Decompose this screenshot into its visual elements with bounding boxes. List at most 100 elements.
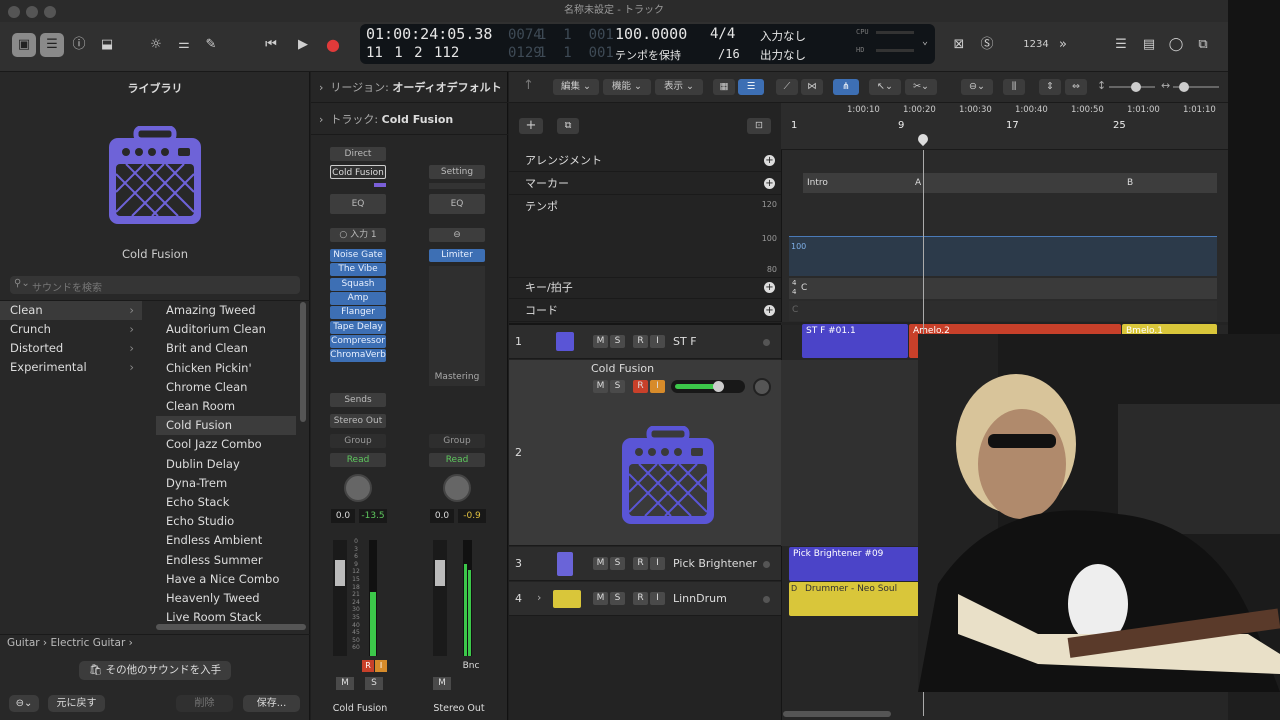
smart-controls-icon[interactable]: ☼ [145, 33, 167, 57]
more-chevron-icon[interactable]: » [1054, 33, 1072, 57]
preset-item[interactable]: Endless Summer [156, 551, 296, 570]
plugin-slot[interactable]: Compressor [330, 334, 386, 348]
preset-item[interactable]: Live Room Stack [156, 608, 296, 623]
preset-item[interactable]: Amazing Tweed [156, 301, 296, 320]
preset-item[interactable]: Have a Nice Combo [156, 570, 296, 589]
inspector-button[interactable]: ☰ [40, 33, 64, 57]
mute-button[interactable]: M [336, 677, 354, 690]
track-input-button[interactable]: I [650, 380, 665, 393]
track-name[interactable]: LinnDrum [673, 592, 727, 605]
track-record-button[interactable]: R [633, 592, 648, 605]
track-name[interactable]: Pick Brightener [673, 557, 757, 570]
stereo-out-pan-knob[interactable] [443, 474, 471, 502]
marker-track-header[interactable]: マーカー + [509, 173, 781, 195]
volume-fader[interactable] [333, 540, 347, 656]
track-mute-button[interactable]: M [593, 557, 608, 570]
output-slot[interactable]: Stereo Out [330, 414, 386, 428]
region-st-f[interactable]: ST F #01.1 [802, 324, 908, 358]
track-mute-button[interactable]: M [593, 335, 608, 348]
quick-help-icon[interactable]: ⓘ [68, 33, 90, 57]
fit-vertical-icon[interactable]: ⇕ [1039, 79, 1061, 95]
catch-icon[interactable]: ⊖⌄ [961, 79, 993, 95]
stereo-out-mute-button[interactable]: M [433, 677, 451, 690]
link-icon[interactable]: ⊖ [429, 228, 485, 242]
stereo-out-plugin-slot[interactable]: Limiter [429, 249, 485, 262]
stereo-out-setting-button[interactable]: Setting [429, 165, 485, 179]
browsers-icon[interactable]: ⧉ [1192, 33, 1214, 57]
plugin-slot[interactable]: Noise Gate [330, 249, 386, 262]
rewind-button[interactable]: ⏮ [260, 33, 282, 57]
arrangement-track-header[interactable]: アレンジメント + [509, 150, 781, 172]
preset-item[interactable]: Auditorium Clean [156, 320, 296, 339]
region-drummer[interactable]: D Drummer - Neo Soul [789, 582, 929, 616]
mastering-slot[interactable]: Mastering [429, 372, 485, 382]
edit-menu[interactable]: 編集 ⌄ [553, 79, 599, 95]
plugin-slot[interactable]: Flanger [330, 306, 386, 320]
solo-mode-icon[interactable]: Ⓢ [976, 33, 998, 57]
flex-icon[interactable]: ⋈ [801, 79, 823, 95]
track-record-button[interactable]: R [633, 335, 648, 348]
category-item[interactable]: Clean › [0, 301, 142, 320]
preset-item[interactable]: Echo Studio [156, 512, 296, 531]
direct-button[interactable]: Direct [330, 147, 386, 161]
scissors-tool-icon[interactable]: ✂⌄ [905, 79, 937, 95]
revert-button[interactable]: 元に戻す [48, 695, 105, 712]
track-input-button[interactable]: I [650, 592, 665, 605]
preset-item[interactable]: Heavenly Tweed [156, 589, 296, 608]
add-key-icon[interactable]: + [764, 282, 775, 293]
replace-icon[interactable]: ⊠ [948, 33, 970, 57]
track-solo-button[interactable]: S [610, 380, 625, 393]
track-record-button[interactable]: R [633, 380, 648, 393]
preset-item[interactable]: Dublin Delay [156, 455, 296, 474]
track-solo-button[interactable]: S [610, 335, 625, 348]
region-inspector-header[interactable]: › リージョン: オーディオデフォルト [311, 72, 508, 103]
track-header-2[interactable]: 2 Cold Fusion M S R I [509, 360, 781, 546]
automation-mode[interactable]: Read [330, 453, 386, 467]
group-slot[interactable]: Group [330, 434, 386, 448]
add-marker-icon[interactable]: + [764, 178, 775, 189]
solo-button[interactable]: S [365, 677, 383, 690]
preset-item[interactable]: Echo Stack [156, 493, 296, 512]
plugin-slot[interactable]: Tape Delay [330, 320, 386, 334]
input-slot[interactable]: ○ 入力 1 [330, 228, 386, 242]
save-button[interactable]: 保存... [243, 695, 300, 712]
delete-button[interactable]: 削除 [176, 695, 233, 712]
close-window-button[interactable] [8, 6, 20, 18]
track-header-1[interactable]: 1 M S R I ST F [509, 325, 781, 359]
view-menu[interactable]: 表示 ⌄ [655, 79, 703, 95]
chord-lane[interactable]: C [789, 301, 1217, 321]
marker-a[interactable]: A [911, 173, 1123, 193]
track-input-button[interactable]: I [650, 335, 665, 348]
snap-icon[interactable]: ⋔ [833, 79, 859, 95]
category-item[interactable]: Distorted › [0, 339, 142, 358]
preset-item[interactable]: Chicken Pickin' [156, 359, 296, 378]
get-more-sounds-button[interactable]: 🛍 その他のサウンドを入手 [79, 661, 231, 680]
track-pan-knob[interactable] [753, 378, 771, 396]
stereo-out-fader-cap[interactable] [435, 560, 445, 586]
list-view-icon[interactable]: ☰ [738, 79, 764, 95]
marker-b[interactable]: B [1123, 173, 1217, 193]
disclosure-chevron-icon[interactable]: › [537, 591, 541, 604]
fit-horizontal-icon[interactable]: ⇔ [1065, 79, 1087, 95]
preset-item[interactable]: Cold Fusion [156, 416, 296, 436]
track-record-button[interactable]: R [633, 557, 648, 570]
track-name[interactable]: Cold Fusion [591, 362, 654, 375]
lcd-display[interactable]: 01:00:24:05.38 0074 1 1 001 11 1 2 112 0… [360, 24, 935, 64]
track-solo-button[interactable]: S [610, 592, 625, 605]
record-button[interactable]: ● [322, 33, 344, 57]
preset-item[interactable]: Endless Ambient [156, 531, 296, 550]
waveform-zoom-icon[interactable]: ⫼ [1003, 79, 1025, 95]
hide-tracks-icon[interactable]: ⊡ [747, 118, 771, 134]
signature-lane[interactable]: 4 4 C [789, 278, 1217, 299]
bounce-button[interactable]: Bnc [459, 661, 483, 671]
marker-intro[interactable]: Intro [803, 173, 912, 193]
mixer-icon[interactable]: ⚌ [173, 33, 195, 57]
track-header-3[interactable]: 3 M S R I Pick Brightener [509, 547, 781, 581]
track-solo-button[interactable]: S [610, 557, 625, 570]
plugin-slot[interactable]: Amp [330, 291, 386, 305]
chord-track-header[interactable]: コード + [509, 300, 781, 322]
up-arrow-icon[interactable]: ↑ [523, 78, 534, 93]
automation-icon[interactable]: ⟋ [776, 79, 798, 95]
preset-item[interactable]: Dyna-Trem [156, 474, 296, 493]
track-header-4[interactable]: 4 › M S R I LinnDrum [509, 582, 781, 616]
